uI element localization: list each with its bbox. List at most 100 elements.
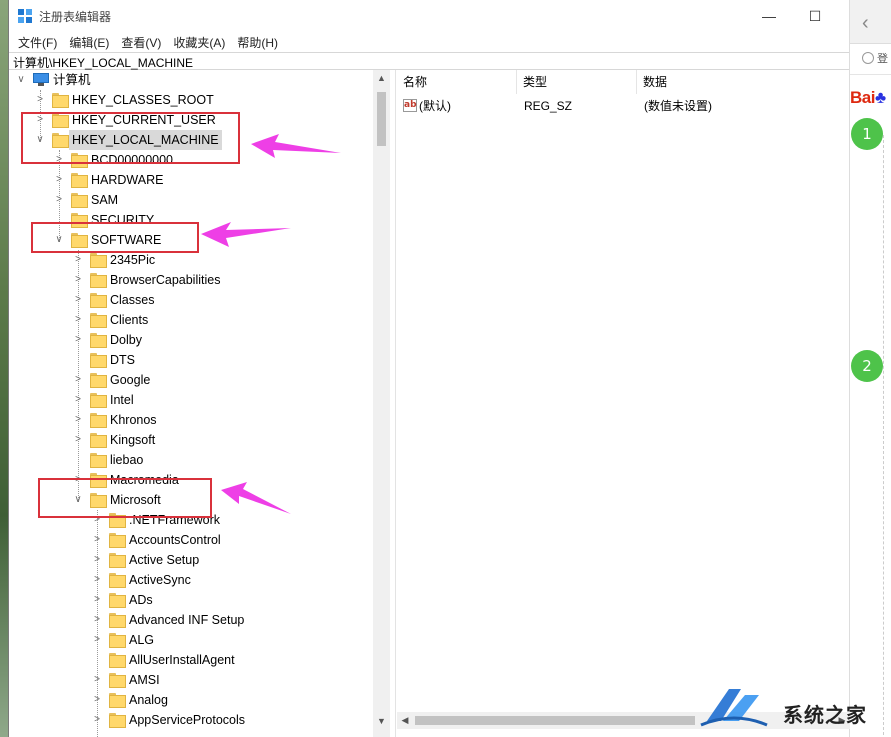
folder-icon: [71, 173, 88, 188]
tree-node-label: AllUserInstallAgent: [129, 653, 235, 667]
baidu-logo-text: Bai: [850, 88, 875, 107]
chevron-right-icon[interactable]: >: [72, 390, 84, 410]
registry-editor-window: 注册表编辑器 — ☐ 文件(F) 编辑(E) 查看(V) 收藏夹(A) 帮助(H…: [8, 0, 850, 737]
menu-help[interactable]: 帮助(H): [232, 32, 283, 52]
chevron-right-icon[interactable]: >: [91, 630, 103, 650]
menu-favorites[interactable]: 收藏夹(A): [168, 32, 230, 52]
chevron-right-icon[interactable]: >: [91, 670, 103, 690]
tree-node-advanced-inf-setup[interactable]: > Advanced INF Setup: [9, 610, 369, 630]
tree-node-kingsoft[interactable]: > Kingsoft: [9, 430, 369, 450]
watermark: 系统之家: [693, 677, 891, 737]
chevron-right-icon[interactable]: >: [91, 610, 103, 630]
tree-node-label: Kingsoft: [110, 433, 156, 447]
folder-icon: [90, 373, 107, 388]
chevron-right-icon[interactable]: >: [72, 410, 84, 430]
scroll-thumb[interactable]: [415, 716, 695, 725]
chevron-right-icon[interactable]: >: [34, 90, 46, 110]
tree-node-dolby[interactable]: > Dolby: [9, 330, 369, 350]
back-arrow-icon[interactable]: ‹: [862, 12, 869, 35]
string-value-icon: ab: [403, 99, 417, 112]
tree-node-sam[interactable]: > SAM: [9, 190, 369, 210]
chevron-right-icon[interactable]: >: [91, 690, 103, 710]
tree-scrollbar[interactable]: ▲ ▼: [373, 70, 390, 737]
scroll-left-icon[interactable]: ◀: [397, 712, 413, 729]
tree-node-google[interactable]: > Google: [9, 370, 369, 390]
scroll-thumb[interactable]: [377, 92, 386, 146]
registry-tree[interactable]: ∨ 计算机 > HKEY_CLASSES_ROOT > HKEY_CURRENT…: [9, 70, 391, 737]
tree-node-label: Advanced INF Setup: [129, 613, 245, 627]
tree-node-ads[interactable]: > ADs: [9, 590, 369, 610]
chevron-right-icon[interactable]: >: [91, 570, 103, 590]
tree-node-2345pic[interactable]: > 2345Pic: [9, 250, 369, 270]
chevron-down-icon[interactable]: ∨: [15, 70, 27, 90]
column-header-type[interactable]: 类型: [517, 70, 637, 94]
pane-splitter[interactable]: [391, 70, 396, 737]
tree-node-khronos[interactable]: > Khronos: [9, 410, 369, 430]
tree-node-alluserinstallagent[interactable]: AllUserInstallAgent: [9, 650, 369, 670]
tree-node-hardware[interactable]: > HARDWARE: [9, 170, 369, 190]
folder-icon: [90, 453, 107, 468]
tree-node-analog[interactable]: > Analog: [9, 690, 369, 710]
tree-node-dts[interactable]: DTS: [9, 350, 369, 370]
maximize-button[interactable]: ☐: [795, 4, 835, 28]
tree-node-clients[interactable]: > Clients: [9, 310, 369, 330]
chevron-right-icon[interactable]: >: [91, 530, 103, 550]
menu-edit[interactable]: 编辑(E): [64, 32, 114, 52]
menu-view[interactable]: 查看(V): [116, 32, 166, 52]
chevron-right-icon[interactable]: >: [72, 330, 84, 350]
chevron-right-icon[interactable]: >: [91, 550, 103, 570]
tree-node-accountscontrol[interactable]: > AccountsControl: [9, 530, 369, 550]
value-name[interactable]: (默认): [419, 96, 451, 116]
chevron-right-icon[interactable]: >: [72, 290, 84, 310]
tree-node-activesync[interactable]: > ActiveSync: [9, 570, 369, 590]
chevron-right-icon[interactable]: >: [53, 190, 65, 210]
divider: [850, 74, 891, 75]
watermark-text: 系统之家: [783, 703, 867, 727]
folder-icon: [90, 333, 107, 348]
column-header-name[interactable]: 名称: [397, 70, 517, 94]
tree-node-liebao[interactable]: liebao: [9, 450, 369, 470]
chevron-right-icon[interactable]: >: [72, 370, 84, 390]
chevron-right-icon[interactable]: >: [72, 430, 84, 450]
scroll-down-icon[interactable]: ▼: [373, 713, 390, 729]
folder-icon: [109, 573, 126, 588]
folder-icon: [90, 393, 107, 408]
chevron-right-icon[interactable]: >: [72, 310, 84, 330]
tree-node-label: AppServiceProtocols: [129, 713, 246, 727]
folder-icon: [90, 273, 107, 288]
tree-node-hkcr[interactable]: > HKEY_CLASSES_ROOT: [9, 90, 369, 110]
folder-icon: [109, 693, 126, 708]
tree-node-classes[interactable]: > Classes: [9, 290, 369, 310]
tree-node-computer[interactable]: ∨ 计算机: [9, 70, 369, 90]
values-pane[interactable]: 名称 类型 数据 ab (默认) REG_SZ (数值未设置) ◀ ▶: [397, 70, 850, 737]
window-title: 注册表编辑器: [39, 10, 112, 24]
tree-node-appserviceprotocols[interactable]: > AppServiceProtocols: [9, 710, 369, 730]
chevron-right-icon[interactable]: >: [72, 250, 84, 270]
column-header-data[interactable]: 数据: [637, 70, 850, 94]
annotation-arrow-2: [201, 222, 291, 247]
tree-node-active-setup[interactable]: > Active Setup: [9, 550, 369, 570]
chevron-right-icon[interactable]: >: [72, 270, 84, 290]
tree-node-alg[interactable]: > ALG: [9, 630, 369, 650]
address-bar[interactable]: 计算机\HKEY_LOCAL_MACHINE: [9, 52, 849, 70]
step-line: [883, 135, 884, 735]
chevron-right-icon[interactable]: >: [53, 170, 65, 190]
tree-node-amsi[interactable]: > AMSI: [9, 670, 369, 690]
baidu-logo[interactable]: Bai♣: [850, 88, 886, 108]
annotation-box-software: [31, 222, 199, 253]
tree-node-intel[interactable]: > Intel: [9, 390, 369, 410]
chevron-right-icon[interactable]: >: [91, 710, 103, 730]
value-type: REG_SZ: [524, 99, 573, 113]
step-badge-2: 2: [851, 350, 883, 382]
chevron-right-icon[interactable]: >: [91, 590, 103, 610]
scroll-up-icon[interactable]: ▲: [373, 70, 390, 86]
tree-node-label: Classes: [110, 293, 155, 307]
folder-icon: [109, 533, 126, 548]
folder-icon: [109, 593, 126, 608]
folder-icon: [71, 193, 88, 208]
tree-node-browsercapabilities[interactable]: > BrowserCapabilities: [9, 270, 369, 290]
minimize-button[interactable]: —: [749, 4, 789, 28]
menu-file[interactable]: 文件(F): [13, 32, 62, 52]
annotation-arrow-3: [221, 482, 291, 514]
login-link[interactable]: 登: [862, 50, 891, 68]
